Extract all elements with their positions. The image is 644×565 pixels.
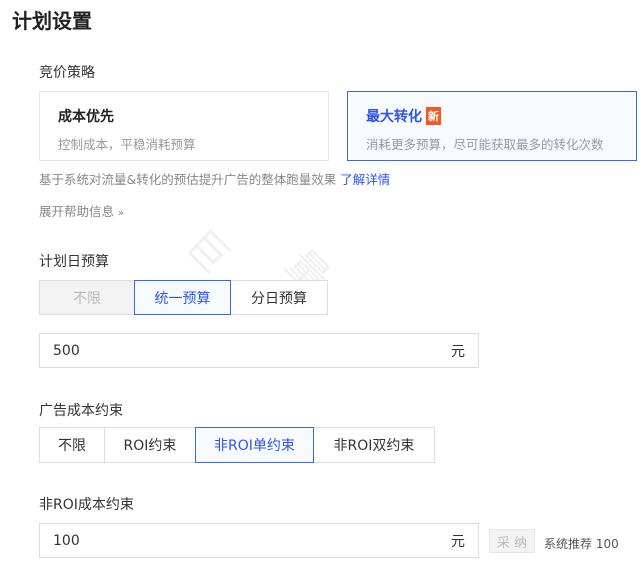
bid-strategy-label: 竞价策略 — [39, 65, 95, 81]
expand-help[interactable]: 展开帮助信息 » — [39, 201, 124, 220]
budget-segmented: 不限 统一预算 分日预算 — [39, 280, 328, 315]
budget-option-unified[interactable]: 统一预算 — [134, 280, 231, 315]
card-cost-priority[interactable]: 成本优先 控制成本，平稳消耗预算 — [39, 91, 329, 161]
card-desc: 控制成本，平稳消耗预算 — [58, 137, 196, 152]
card-desc: 消耗更多预算，尽可能获取最多的转化次数 — [366, 137, 604, 152]
system-recommend: 系统推荐 100 — [544, 537, 619, 551]
unit-label: 元 — [451, 343, 465, 360]
new-badge: 新 — [426, 107, 441, 125]
non-roi-input[interactable]: 100 元 — [39, 523, 479, 558]
constraint-option-roi[interactable]: ROI约束 — [104, 427, 196, 463]
cost-constraint-label: 广告成本约束 — [39, 403, 123, 419]
chevron-double-down-icon: » — [118, 208, 125, 219]
expand-label: 展开帮助信息 — [39, 204, 115, 219]
unit-label: 元 — [451, 533, 465, 550]
budget-input[interactable]: 500 元 — [39, 333, 479, 368]
budget-label: 计划日预算 — [39, 254, 109, 270]
non-roi-value: 100 — [53, 532, 80, 549]
constraint-option-unlimited[interactable]: 不限 — [39, 427, 105, 463]
cost-constraint-segmented: 不限 ROI约束 非ROI单约束 非ROI双约束 — [39, 427, 435, 463]
non-roi-label: 非ROI成本约束 — [39, 497, 134, 513]
constraint-option-non-roi-single[interactable]: 非ROI单约束 — [195, 427, 314, 463]
constraint-option-non-roi-double[interactable]: 非ROI双约束 — [313, 427, 435, 463]
card-title: 最大转化 — [366, 109, 422, 125]
budget-value: 500 — [53, 342, 80, 359]
budget-option-unlimited[interactable]: 不限 — [39, 280, 135, 315]
card-max-conversion[interactable]: 最大转化新 消耗更多预算，尽可能获取最多的转化次数 — [347, 91, 637, 161]
card-title: 成本优先 — [58, 109, 114, 125]
adopt-button[interactable]: 采 纳 — [489, 529, 535, 553]
budget-option-daily[interactable]: 分日预算 — [230, 280, 328, 315]
hint-text: 基于系统对流量&转化的预估提升广告的整体跑量效果 — [39, 172, 337, 187]
watermark: 巨 — [176, 221, 238, 283]
page-title: 计划设置 — [12, 9, 92, 33]
learn-more-link[interactable]: 了解详情 — [340, 172, 390, 187]
strategy-hint: 基于系统对流量&转化的预估提升广告的整体跑量效果 了解详情 — [39, 169, 390, 188]
